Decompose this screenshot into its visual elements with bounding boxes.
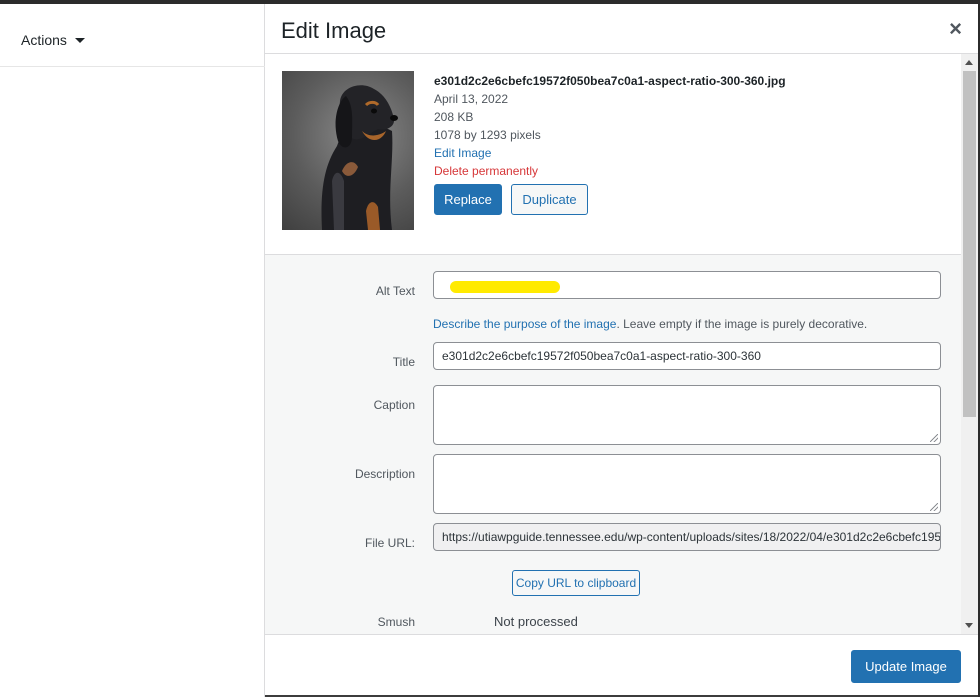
file-url-input[interactable]: https://utiawpguide.tennessee.edu/wp-con…: [433, 523, 941, 551]
modal-title: Edit Image: [281, 18, 387, 43]
file-url-label: File URL:: [364, 536, 415, 550]
delete-permanently-link[interactable]: Delete permanently: [434, 164, 538, 178]
caption-textarea[interactable]: [433, 385, 941, 445]
caption-label: Caption: [373, 398, 415, 412]
scrollbar-thumb[interactable]: [963, 71, 976, 417]
modal-header: Edit Image ×: [265, 4, 978, 54]
edit-image-modal: Edit Image × e301d2c2e6cbefc19572f050bea…: [265, 4, 978, 695]
attachment-dimensions: 1078 by 1293 pixels: [434, 128, 541, 142]
alt-text-input[interactable]: [433, 271, 941, 299]
title-value: e301d2c2e6cbefc19572f050bea7c0a1-aspect-…: [442, 349, 761, 363]
scrollbar[interactable]: [961, 54, 978, 634]
update-image-button[interactable]: Update Image: [851, 650, 961, 683]
caret-down-icon: [74, 38, 85, 43]
left-panel: Actions: [0, 4, 265, 697]
smush-status: Not processed: [494, 614, 578, 629]
redaction-highlight: [450, 281, 560, 293]
actions-menu[interactable]: Actions: [21, 32, 85, 48]
alt-text-help-link[interactable]: Describe the purpose of the image: [433, 317, 616, 331]
attachment-details-scroll[interactable]: e301d2c2e6cbefc19572f050bea7c0a1-aspect-…: [265, 54, 978, 635]
description-label: Description: [354, 467, 415, 481]
smush-label: Smush: [377, 615, 415, 629]
scroll-up-icon[interactable]: [965, 60, 973, 65]
file-url-value: https://utiawpguide.tennessee.edu/wp-con…: [442, 530, 941, 544]
scroll-down-icon[interactable]: [965, 623, 973, 628]
copy-url-button[interactable]: Copy URL to clipboard: [512, 570, 640, 596]
duplicate-button[interactable]: Duplicate: [511, 184, 588, 215]
dog-photo-icon: [321, 85, 398, 230]
replace-button[interactable]: Replace: [434, 184, 502, 215]
attachment-date: April 13, 2022: [434, 92, 509, 106]
edit-image-link[interactable]: Edit Image: [434, 146, 491, 160]
resize-grip-icon[interactable]: [930, 434, 938, 442]
divider: [0, 66, 265, 67]
title-input[interactable]: e301d2c2e6cbefc19572f050bea7c0a1-aspect-…: [433, 342, 941, 370]
attachment-settings: Alt Text Describe the purpose of the ima…: [265, 255, 961, 634]
title-label: Title: [392, 355, 415, 369]
image-thumbnail: [282, 71, 414, 230]
alt-text-help-text: . Leave empty if the image is purely dec…: [616, 317, 868, 331]
description-textarea[interactable]: [433, 454, 941, 514]
close-icon[interactable]: ×: [949, 18, 962, 40]
attachment-filesize: 208 KB: [434, 110, 474, 124]
attachment-filename: e301d2c2e6cbefc19572f050bea7c0a1-aspect-…: [434, 74, 786, 88]
alt-text-help: Describe the purpose of the image. Leave…: [433, 317, 867, 331]
resize-grip-icon[interactable]: [930, 503, 938, 511]
modal-footer: Update Image: [265, 635, 978, 695]
alt-text-label: Alt Text: [375, 284, 415, 298]
attachment-info: e301d2c2e6cbefc19572f050bea7c0a1-aspect-…: [265, 54, 961, 255]
actions-label: Actions: [21, 32, 67, 48]
